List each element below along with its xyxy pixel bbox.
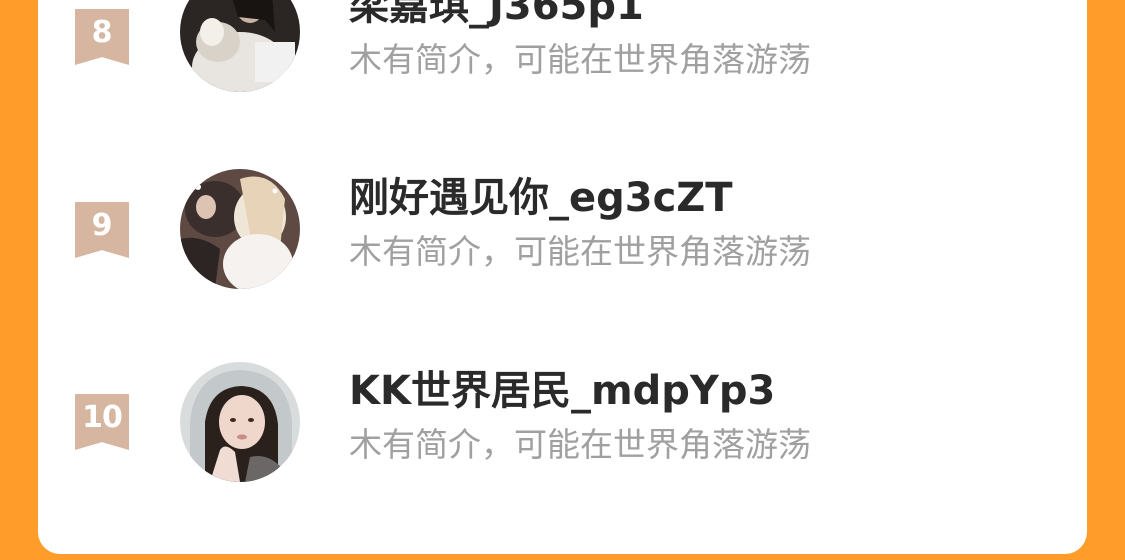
user-avatar-photo-icon bbox=[180, 362, 300, 482]
username[interactable]: 梁嘉琪_J365p1 bbox=[349, 0, 644, 29]
user-avatar-photo-icon bbox=[180, 0, 300, 92]
ranking-list-card: 8 梁嘉琪_J365p1 木有简介，可能在世界角落游荡 9 刚好遇见你_eg3c… bbox=[38, 0, 1087, 554]
list-item[interactable]: 10 KK世界居民_mdpYp3 木有简介，可能在世界角落游荡 bbox=[38, 355, 1087, 485]
bio-text: 木有简介，可能在世界角落游荡 bbox=[349, 232, 811, 271]
username[interactable]: KK世界居民_mdpYp3 bbox=[349, 368, 775, 414]
bio-text: 木有简介，可能在世界角落游荡 bbox=[349, 425, 811, 464]
bio-text: 木有简介，可能在世界角落游荡 bbox=[349, 40, 811, 79]
avatar[interactable] bbox=[180, 362, 300, 482]
rank-badge: 8 bbox=[75, 9, 129, 65]
list-item[interactable]: 9 刚好遇见你_eg3cZT 木有简介，可能在世界角落游荡 bbox=[38, 162, 1087, 292]
avatar[interactable] bbox=[180, 169, 300, 289]
user-avatar-illustration-icon bbox=[180, 169, 300, 289]
list-item[interactable]: 8 梁嘉琪_J365p1 木有简介，可能在世界角落游荡 bbox=[38, 0, 1087, 95]
avatar[interactable] bbox=[180, 0, 300, 92]
username[interactable]: 刚好遇见你_eg3cZT bbox=[349, 175, 733, 221]
rank-badge: 10 bbox=[75, 394, 129, 450]
rank-badge: 9 bbox=[75, 202, 129, 258]
